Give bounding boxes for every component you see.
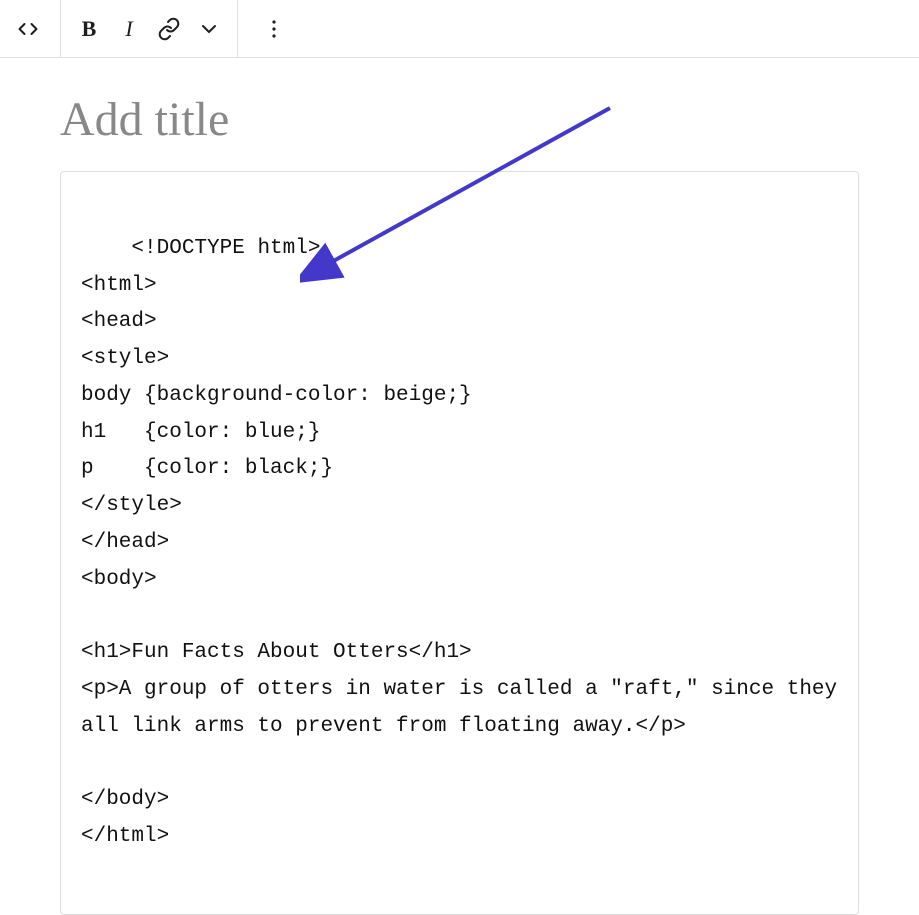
toolbar-group-more (238, 0, 294, 57)
post-title-input[interactable] (60, 78, 859, 171)
editor-content: <!DOCTYPE html> <html> <head> <style> bo… (0, 58, 919, 915)
editor-toolbar: B I (0, 0, 919, 58)
html-code-block[interactable]: <!DOCTYPE html> <html> <head> <style> bo… (60, 171, 859, 915)
more-vertical-icon (262, 17, 286, 41)
more-options-button[interactable] (254, 9, 294, 49)
code-content: <!DOCTYPE html> <html> <head> <style> bo… (81, 237, 850, 848)
toolbar-group-block (8, 0, 61, 57)
link-icon (157, 17, 181, 41)
toolbar-group-format: B I (61, 0, 238, 57)
italic-button[interactable]: I (109, 9, 149, 49)
chevron-down-icon (197, 17, 221, 41)
link-button[interactable] (149, 9, 189, 49)
html-block-icon[interactable] (8, 9, 48, 49)
bold-button[interactable]: B (69, 9, 109, 49)
bold-icon: B (82, 16, 97, 42)
italic-icon: I (125, 16, 132, 42)
more-formatting-button[interactable] (189, 9, 229, 49)
